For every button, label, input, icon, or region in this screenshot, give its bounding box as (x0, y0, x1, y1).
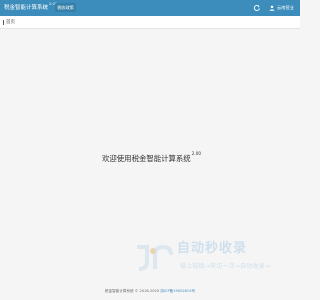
tab-indicator (3, 19, 4, 25)
tab-bar: 首页 (0, 16, 300, 29)
welcome-text: 欢迎使用税金智能计算系统 (102, 154, 191, 163)
brand-title: 税金智能计算系统 (4, 5, 49, 11)
refresh-icon[interactable] (253, 4, 261, 12)
nav-tax-policy-button[interactable]: 税收政策 (55, 3, 76, 12)
footer-icp-link[interactable]: 滇ICP备19002819号 (160, 289, 195, 293)
footer: 税金智能计算系统 © 2016-2020 滇ICP备19002819号 (0, 289, 300, 294)
user-label: 云南营业 (277, 5, 294, 10)
watermark-tagline: 做上链接→来访一次→自动收录→ (180, 263, 270, 270)
tab-home-label: 首页 (6, 20, 15, 25)
welcome-version: 2.00 (191, 151, 202, 156)
tab-home[interactable]: 首页 (3, 19, 15, 25)
user-icon (269, 5, 275, 11)
app-brand[interactable]: 税金智能计算系统2.00 (4, 2, 57, 11)
top-navbar: 税金智能计算系统2.00 税收政策 云南营业 (0, 0, 300, 16)
footer-text: 税金智能计算系统 © 2016-2020 (104, 289, 160, 293)
watermark-text: 自动秒收录 (177, 241, 248, 256)
user-menu[interactable]: 云南营业 (269, 4, 294, 12)
welcome-title: 欢迎使用税金智能计算系统2.00 (102, 151, 202, 164)
